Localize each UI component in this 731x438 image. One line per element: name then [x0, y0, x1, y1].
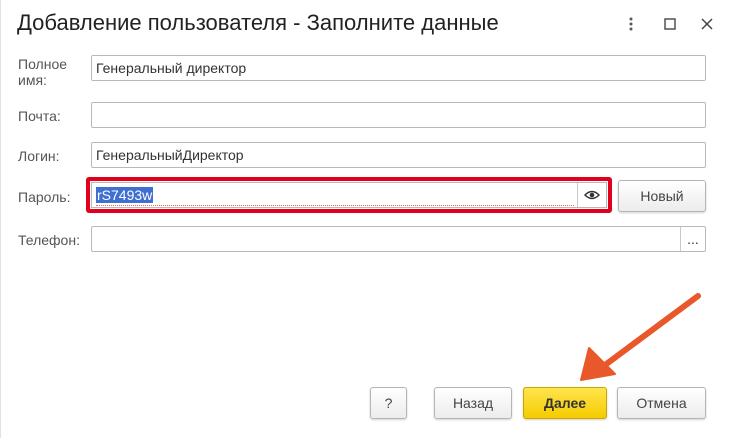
help-button[interactable]: ?	[370, 387, 407, 419]
eye-icon	[584, 190, 600, 200]
annotation-arrow	[580, 293, 701, 381]
email-input[interactable]	[91, 102, 706, 128]
back-button[interactable]: Назад	[434, 387, 512, 419]
dialog-window: Добавление пользователя - Заполните данн…	[0, 0, 731, 438]
password-input[interactable]: rS7493w	[91, 182, 607, 208]
dialog-title: Добавление пользователя - Заполните данн…	[17, 10, 499, 35]
more-vertical-icon[interactable]	[619, 12, 643, 36]
maximize-icon[interactable]	[658, 12, 682, 36]
phone-select-button[interactable]: ...	[680, 227, 705, 251]
login-input[interactable]: ГенеральныйДиректор	[91, 142, 706, 168]
close-icon[interactable]	[695, 12, 719, 36]
full-name-label: Полное имя:	[18, 56, 68, 88]
password-selected-text: rS7493w	[96, 187, 154, 203]
password-label: Пароль:	[18, 189, 71, 205]
phone-input[interactable]: ...	[91, 226, 706, 252]
next-button[interactable]: Далее	[523, 387, 607, 419]
spellcheck-underline	[96, 205, 574, 206]
full-name-input[interactable]: Генеральный директор	[91, 55, 706, 81]
show-password-button[interactable]	[577, 183, 606, 207]
login-label: Логин:	[18, 148, 60, 164]
email-label: Почта:	[18, 108, 61, 124]
new-password-button[interactable]: Новый	[618, 180, 706, 212]
cancel-button[interactable]: Отмена	[617, 387, 706, 419]
phone-label: Телефон:	[18, 232, 80, 248]
